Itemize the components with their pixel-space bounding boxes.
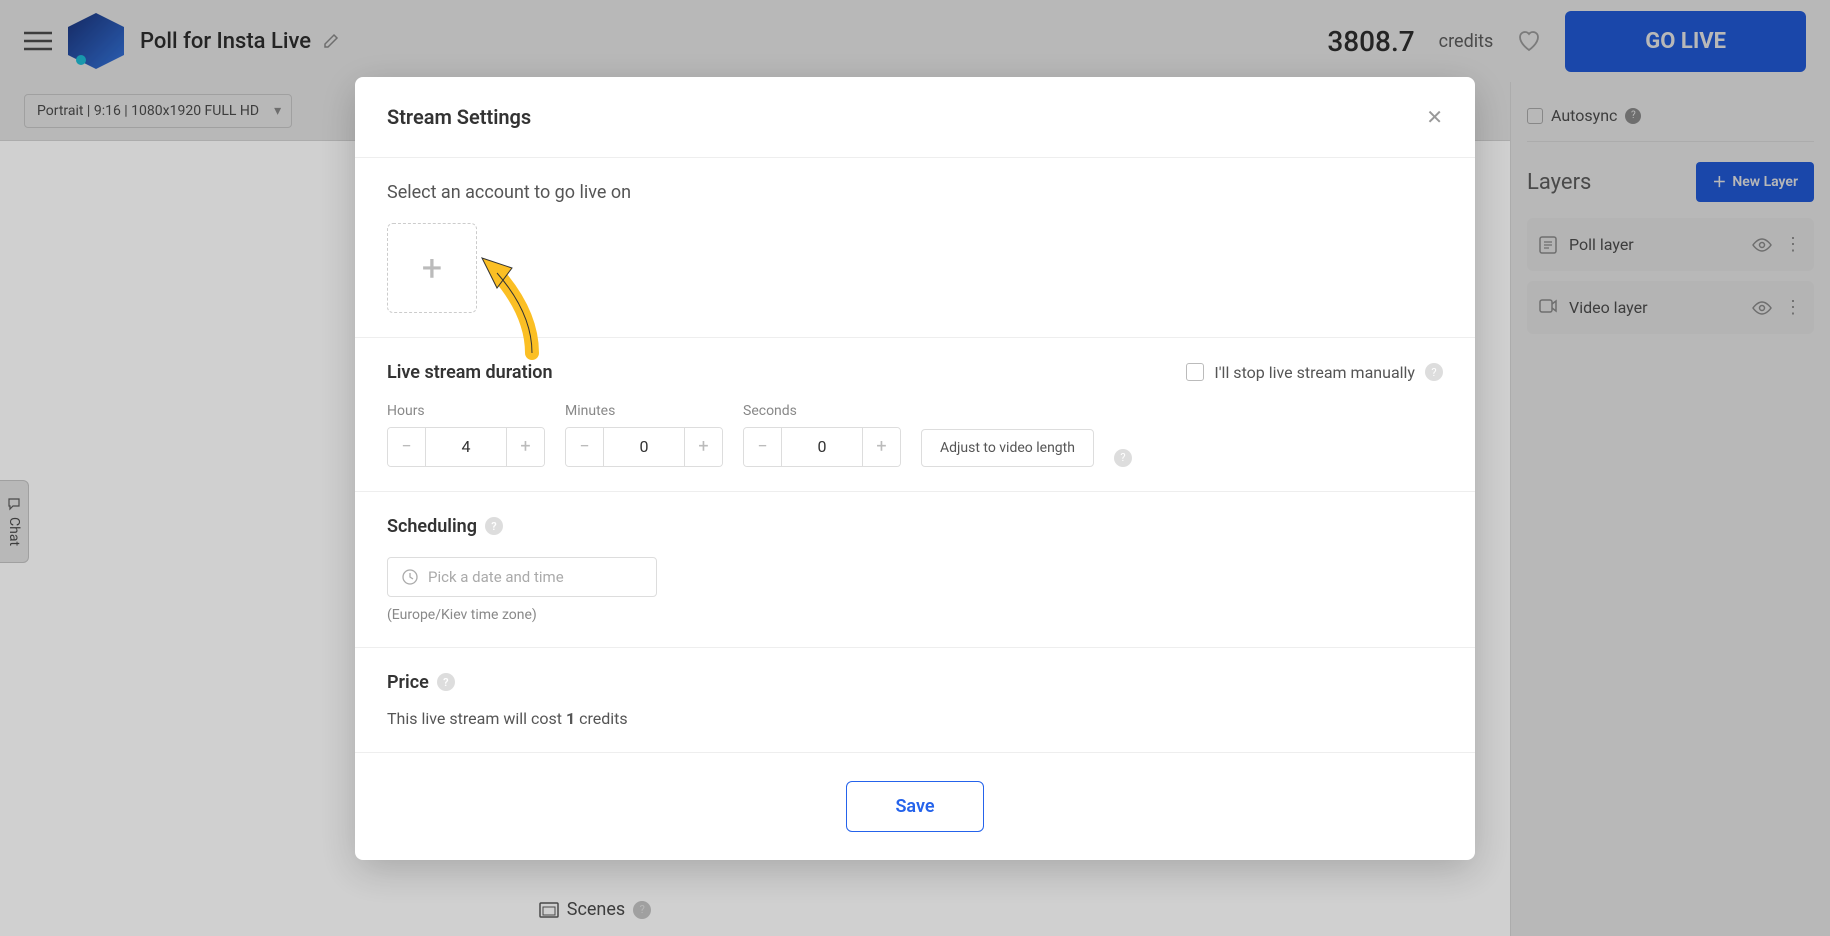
minutes-stepper: − + — [565, 427, 723, 467]
hours-decrement-button[interactable]: − — [388, 428, 426, 466]
price-title: Price — [387, 672, 429, 693]
account-section: Select an account to go live on + — [355, 157, 1475, 337]
help-icon[interactable]: ? — [437, 673, 455, 691]
add-account-button[interactable]: + — [387, 223, 477, 313]
save-button[interactable]: Save — [846, 781, 983, 832]
seconds-label: Seconds — [743, 403, 901, 419]
hours-increment-button[interactable]: + — [506, 428, 544, 466]
scheduling-title: Scheduling — [387, 516, 477, 537]
scheduling-section: Scheduling ? Pick a date and time (Europ… — [355, 491, 1475, 647]
timezone-text: (Europe/Kiev time zone) — [387, 607, 1443, 623]
duration-title: Live stream duration — [387, 362, 553, 383]
minutes-decrement-button[interactable]: − — [566, 428, 604, 466]
hours-stepper: − + — [387, 427, 545, 467]
manual-stop-option[interactable]: I'll stop live stream manually ? — [1186, 363, 1443, 382]
price-text: This live stream will cost 1 credits — [387, 709, 1443, 728]
modal-overlay: Stream Settings ✕ Select an account to g… — [0, 0, 1830, 936]
hours-label: Hours — [387, 403, 545, 419]
manual-stop-checkbox[interactable] — [1186, 363, 1204, 381]
minutes-input[interactable] — [604, 428, 684, 466]
stream-settings-modal: Stream Settings ✕ Select an account to g… — [355, 77, 1475, 860]
seconds-stepper: − + — [743, 427, 901, 467]
arrow-hint — [477, 253, 577, 363]
help-icon[interactable]: ? — [1425, 363, 1443, 381]
modal-title: Stream Settings — [387, 105, 531, 129]
help-icon[interactable]: ? — [1114, 449, 1132, 467]
clock-icon — [402, 569, 418, 585]
seconds-input[interactable] — [782, 428, 862, 466]
account-section-label: Select an account to go live on — [387, 182, 1443, 203]
close-icon[interactable]: ✕ — [1426, 105, 1443, 129]
minutes-increment-button[interactable]: + — [684, 428, 722, 466]
date-time-picker[interactable]: Pick a date and time — [387, 557, 657, 597]
help-icon[interactable]: ? — [485, 517, 503, 535]
minutes-label: Minutes — [565, 403, 723, 419]
seconds-increment-button[interactable]: + — [862, 428, 900, 466]
price-section: Price ? This live stream will cost 1 cre… — [355, 647, 1475, 752]
hours-input[interactable] — [426, 428, 506, 466]
adjust-to-video-button[interactable]: Adjust to video length — [921, 429, 1094, 467]
seconds-decrement-button[interactable]: − — [744, 428, 782, 466]
